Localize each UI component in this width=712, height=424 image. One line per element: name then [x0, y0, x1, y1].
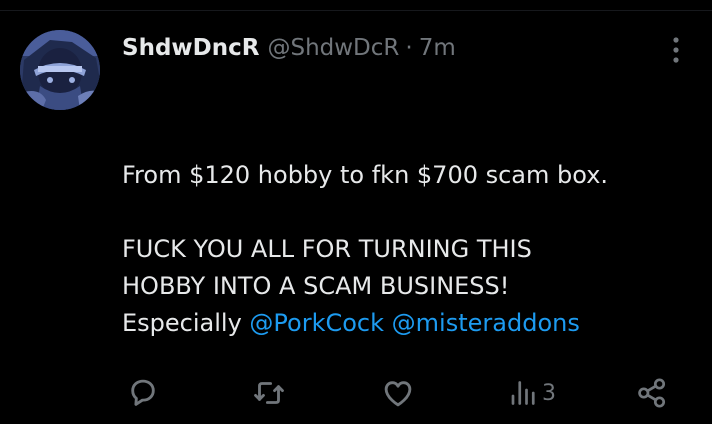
- mention-link-1[interactable]: @PorkCock: [249, 309, 384, 337]
- more-options-button[interactable]: [660, 30, 692, 70]
- tweet-line-3: HOBBY INTO A SCAM BUSINESS!: [122, 272, 510, 300]
- speech-bubble-icon: [131, 379, 155, 406]
- tweet-line-2: FUCK YOU ALL FOR TURNING THIS: [122, 235, 532, 263]
- like-button[interactable]: [379, 374, 417, 412]
- tweet-text: From $120 hobby to fkn $700 scam box. FU…: [122, 157, 692, 342]
- retweet-button[interactable]: [250, 374, 288, 412]
- vertical-ellipsis-icon: [673, 37, 679, 63]
- reply-button[interactable]: [124, 374, 162, 412]
- especially-text: Especially: [122, 309, 242, 337]
- tweet-header: ShdwDncR @ShdwDcR · 7m: [122, 30, 456, 66]
- top-divider: [0, 10, 712, 11]
- timestamp[interactable]: 7m: [419, 35, 456, 61]
- mention-link-2[interactable]: @misteraddons: [392, 309, 580, 337]
- views-count: 3: [542, 380, 556, 406]
- avatar-image: [20, 30, 100, 110]
- heart-icon: [384, 381, 412, 407]
- display-name[interactable]: ShdwDncR: [122, 35, 259, 61]
- bar-chart-icon: [511, 381, 535, 405]
- share-nodes-icon: [638, 378, 666, 408]
- share-button[interactable]: [634, 374, 670, 412]
- views-button[interactable]: 3: [507, 374, 556, 412]
- retweet-arrows-icon: [254, 382, 284, 404]
- separator-dot: ·: [405, 35, 413, 61]
- user-handle[interactable]: @ShdwDcR: [267, 35, 399, 61]
- tweet-line-1: From $120 hobby to fkn $700 scam box.: [122, 161, 609, 189]
- tweet-line-4: Especially @PorkCock @misteraddons: [122, 305, 692, 342]
- avatar[interactable]: [20, 30, 100, 110]
